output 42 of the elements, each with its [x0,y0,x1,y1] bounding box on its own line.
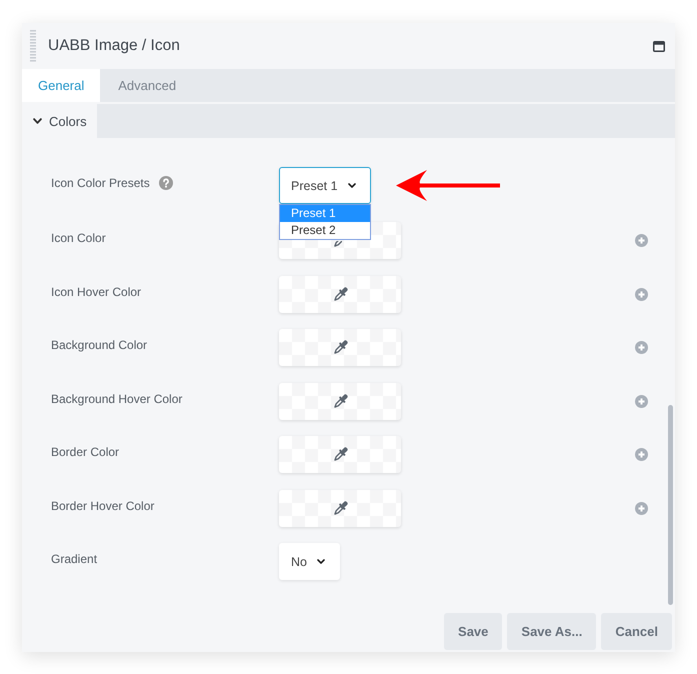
help-icon[interactable] [158,176,173,190]
footer-button[interactable]: Cancel [601,613,672,650]
chevron-down-icon [33,118,42,124]
chevron-down-icon [316,559,325,564]
field-label: Border Color [51,445,120,459]
settings-tab[interactable]: General [22,69,100,102]
field-label: Background Color [51,338,148,352]
scrollbar[interactable] [668,405,673,605]
field-label: Border Hover Color [51,498,154,512]
eyedropper-icon [332,339,348,356]
field-label: Icon Color [51,231,106,245]
select-dropdown[interactable]: Preset 1 [279,167,371,204]
plus-circle-icon[interactable] [635,341,648,354]
field-label: Icon Color Presets [51,176,150,190]
plus-circle-icon[interactable] [635,394,648,408]
plus-circle-icon[interactable] [635,288,648,300]
footer-button[interactable]: Save As... [507,613,596,650]
plus-circle-icon[interactable] [635,502,648,514]
settings-tab[interactable]: Advanced [100,69,194,102]
color-picker-field[interactable] [279,382,401,420]
eyedropper-icon [332,286,348,302]
eyedropper-icon [332,392,348,410]
color-picker-field[interactable] [279,276,401,312]
window-title: UABB Image / Icon [48,37,180,55]
drag-handle-icon[interactable] [30,30,36,62]
color-picker-field[interactable] [279,329,401,366]
plus-circle-icon[interactable] [635,448,648,461]
eyedropper-icon [332,241,342,248]
field-label: Gradient [51,552,98,566]
field-label: Background Hover Color [51,392,182,406]
select-dropdown[interactable]: No [279,543,340,580]
eyedropper-icon [332,446,348,463]
plus-circle-icon[interactable] [635,234,648,247]
dropdown-option[interactable]: Preset 1 [280,205,370,222]
chevron-down-icon [348,183,356,188]
color-picker-field[interactable] [279,490,401,526]
footer-button[interactable]: Save [444,613,502,650]
section-toggle[interactable]: Colors [22,104,97,138]
field-label: Icon Hover Color [51,284,142,298]
color-picker-field[interactable] [279,436,401,473]
eyedropper-icon [332,500,348,516]
maximize-icon[interactable] [653,40,665,52]
